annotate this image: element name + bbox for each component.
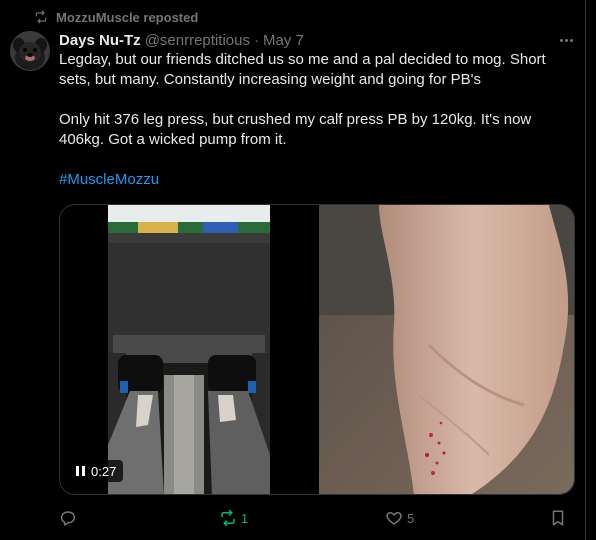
like-count: 5 <box>407 510 415 526</box>
post-paragraph-1: Legday, but our friends ditched us so me… <box>59 51 550 88</box>
reply-icon <box>60 511 76 526</box>
video-time: 0:27 <box>91 463 117 479</box>
heart-icon <box>386 512 402 525</box>
bookmark-icon <box>552 510 564 526</box>
post-text: Legday, but our friends ditched us so me… <box>59 50 574 190</box>
calf-photo-image <box>319 205 574 494</box>
avatar[interactable] <box>10 31 50 71</box>
author-handle[interactable]: @senrreptitious <box>145 32 250 49</box>
like-button[interactable]: 5 <box>385 507 414 529</box>
repost-icon <box>35 10 47 24</box>
calf-photo[interactable] <box>319 205 574 494</box>
post-paragraph-2: Only hit 376 leg press, but crushed my c… <box>59 111 536 148</box>
reply-button[interactable] <box>59 507 81 529</box>
action-bar: 1 5 <box>59 507 575 529</box>
leg-press-video-thumbnail <box>108 205 270 494</box>
repost-count: 1 <box>241 510 249 526</box>
post-header: Days Nu-Tz @senrreptitious · May 7 <box>59 30 304 50</box>
tweet[interactable]: MozzuMuscle reposted Days Nu-Tz @senrrep… <box>0 0 585 540</box>
avatar-image <box>10 31 50 71</box>
video-frame <box>108 205 270 494</box>
repost-button[interactable]: 1 <box>219 507 248 529</box>
repost-banner[interactable]: MozzuMuscle reposted <box>34 9 198 25</box>
more-options-icon[interactable] <box>556 32 576 48</box>
repost-banner-text[interactable]: MozzuMuscle reposted <box>56 10 198 25</box>
column-divider <box>585 0 586 540</box>
pause-icon[interactable] <box>76 466 85 476</box>
video-player[interactable]: 0:27 <box>60 205 317 494</box>
separator-dot: · <box>253 31 259 49</box>
bookmark-button[interactable] <box>549 507 567 529</box>
post-date[interactable]: May 7 <box>263 32 304 49</box>
author-name[interactable]: Days Nu-Tz <box>59 32 141 49</box>
media-grid: 0:27 <box>59 204 575 495</box>
hashtag-link[interactable]: #MuscleMozzu <box>59 171 159 188</box>
video-time-badge[interactable]: 0:27 <box>69 460 124 482</box>
repost-icon <box>221 509 235 527</box>
